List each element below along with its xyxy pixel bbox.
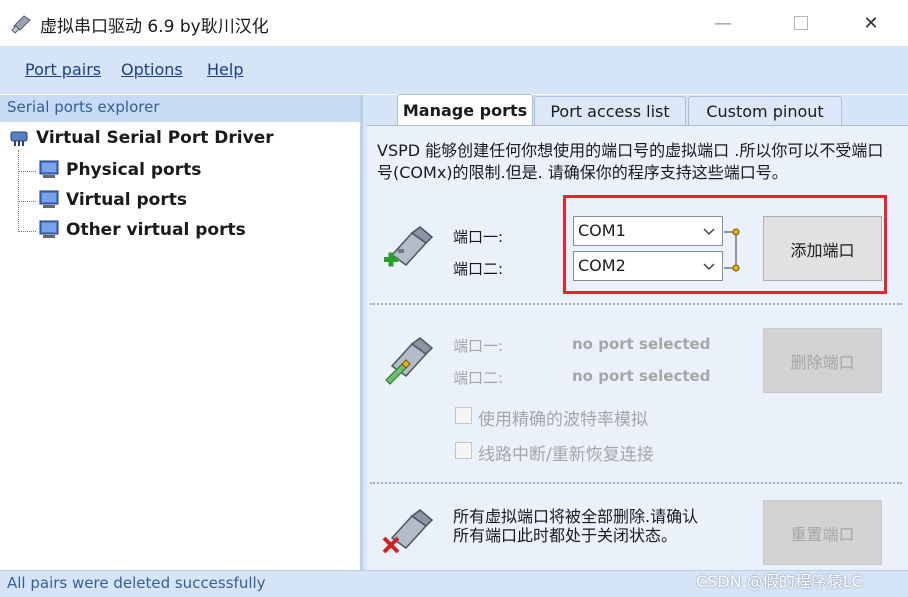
- reset-port-icon: [382, 509, 434, 554]
- serial-port-icon: [10, 131, 28, 146]
- tree-connector: [18, 201, 36, 202]
- tab-port-access-list[interactable]: Port access list: [534, 96, 686, 125]
- computer-icon: [39, 220, 59, 238]
- tree-item-label: Other virtual ports: [66, 220, 246, 240]
- menu-options[interactable]: Options: [121, 60, 183, 79]
- menu-port-pairs[interactable]: Port pairs: [25, 60, 101, 79]
- tree-root-label: Virtual Serial Port Driver: [36, 128, 274, 148]
- tree-connector: [18, 231, 36, 232]
- app-icon: [11, 15, 31, 34]
- remove-port1-label: 端口一:: [453, 337, 504, 355]
- tree-item-physical-ports[interactable]: Physical ports: [38, 160, 201, 180]
- tree-item-virtual-ports[interactable]: Virtual ports: [38, 190, 187, 210]
- minimize-button[interactable]: —: [700, 8, 746, 38]
- tab-custom-pinout[interactable]: Custom pinout: [688, 96, 842, 125]
- computer-icon: [39, 160, 59, 178]
- remove-port2-label: 端口二:: [453, 369, 504, 387]
- tree-item-label: Physical ports: [66, 160, 202, 180]
- close-button[interactable]: ✕: [848, 8, 894, 38]
- tree-item-label: Virtual ports: [66, 190, 187, 210]
- tree-root-vspd[interactable]: Virtual Serial Port Driver: [8, 128, 274, 148]
- section-divider: [370, 303, 902, 305]
- manage-description: VSPD 能够创建任何你想使用的端口号的虚拟端口 .所以你可以不受端口号(COM…: [377, 141, 884, 182]
- baud-emulation-label: 使用精确的波特率模拟: [478, 410, 648, 430]
- reconnect-checkbox[interactable]: [455, 442, 472, 459]
- add-port1-label: 端口一:: [453, 228, 504, 246]
- add-port2-label: 端口二:: [453, 260, 504, 278]
- reset-port-button[interactable]: 重置端口: [763, 500, 882, 565]
- reconnect-label: 线路中断/重新恢复连接: [478, 445, 654, 465]
- maximize-button[interactable]: [778, 8, 824, 38]
- minimize-icon: —: [714, 12, 732, 34]
- add-port-icon: [384, 226, 434, 267]
- window-title: 虚拟串口驱动 6.9 by耿川汉化: [40, 17, 269, 37]
- status-text: All pairs were deleted successfully: [7, 574, 266, 592]
- highlight-box: [563, 195, 887, 294]
- delete-port-button[interactable]: 删除端口: [763, 328, 882, 393]
- tree-item-other-virtual-ports[interactable]: Other virtual ports: [38, 220, 246, 240]
- remove-port2-value: no port selected: [572, 367, 711, 385]
- remove-port-icon: [385, 337, 434, 385]
- tree-connector: [18, 171, 36, 172]
- baud-emulation-checkbox[interactable]: [455, 407, 472, 424]
- menu-help[interactable]: Help: [207, 60, 243, 79]
- tree-connector: [18, 150, 19, 232]
- explorer-header: Serial ports explorer: [0, 95, 360, 122]
- maximize-icon: [794, 16, 808, 30]
- tab-manage-ports[interactable]: Manage ports: [397, 94, 533, 125]
- close-icon: ✕: [863, 12, 879, 34]
- section-divider: [370, 482, 902, 484]
- watermark: CSDN @假的程序猿LC: [696, 572, 863, 591]
- reset-description: 所有虚拟端口将被全部删除.请确认所有端口此时都处于关闭状态。: [453, 507, 699, 545]
- remove-port1-value: no port selected: [572, 335, 711, 353]
- computer-icon: [39, 190, 59, 208]
